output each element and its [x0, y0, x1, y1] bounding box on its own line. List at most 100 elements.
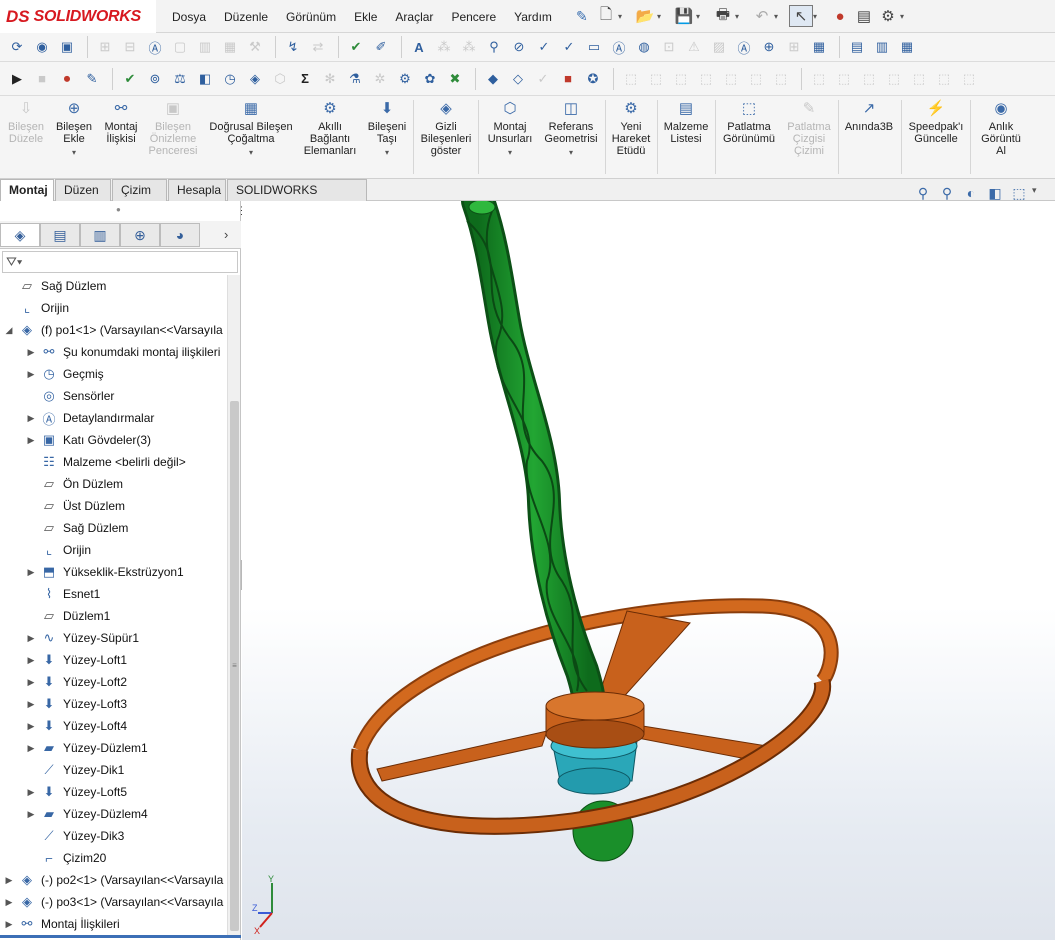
toolbar-icon-u[interactable]: ▦: [896, 36, 918, 58]
expand-arrow-icon[interactable]: ▶: [26, 743, 36, 754]
expand-arrow-icon[interactable]: ▶: [26, 347, 36, 358]
tree-node[interactable]: ⌐ Çizim20: [0, 847, 226, 869]
toolbar-icon-i[interactable]: ▦: [219, 36, 241, 58]
table-icon[interactable]: ▦: [808, 36, 830, 58]
toolbar-icon-x[interactable]: ✻: [319, 68, 341, 90]
weld-symbol-icon[interactable]: ✓: [558, 36, 580, 58]
menu-gorunum[interactable]: Görünüm: [286, 10, 336, 24]
toolbar-icon-v[interactable]: ◈: [244, 68, 266, 90]
sum-icon[interactable]: Σ: [294, 68, 316, 90]
datum-target-icon[interactable]: ◍: [633, 36, 655, 58]
dropdown-arrow-icon[interactable]: ▾: [362, 147, 412, 159]
tree-node[interactable]: ▶ ▰ Yüzey-Düzlem4: [0, 803, 226, 825]
expand-arrow-icon[interactable]: ▶: [4, 919, 14, 930]
panel-grip-icon[interactable]: ●: [116, 205, 121, 214]
options-gear-icon[interactable]: ⚙: [876, 5, 900, 27]
expand-arrow-icon[interactable]: ◢: [4, 325, 14, 336]
menu-araclar[interactable]: Araçlar: [395, 10, 433, 24]
check-icon[interactable]: ✔: [119, 68, 141, 90]
ribbon-button-2[interactable]: ⚯ Montaj İlişkisi: [100, 100, 142, 145]
tree-node[interactable]: ▶ ⬒ Yükseklik-Ekstrüzyon1: [0, 561, 226, 583]
toolbar-icon-al[interactable]: ⬚: [720, 68, 742, 90]
toolbar-icon-k[interactable]: ↯: [282, 36, 304, 58]
expand-arrow-icon[interactable]: ▶: [26, 633, 36, 644]
tree-node[interactable]: ▶ ◷ Geçmiş: [0, 363, 226, 385]
tab-hesapla[interactable]: Hesapla: [168, 179, 226, 201]
previous-view-icon[interactable]: ◐: [960, 185, 982, 202]
toolbar-icon-s[interactable]: ▤: [846, 36, 868, 58]
expand-arrow-icon[interactable]: ▶: [26, 435, 36, 446]
tree-node[interactable]: ▶ ⬇ Yüzey-Loft1: [0, 649, 226, 671]
expand-arrow-icon[interactable]: ▶: [26, 699, 36, 710]
toolbar-icon-ag[interactable]: ✪: [582, 68, 604, 90]
toolbar-icon-e[interactable]: ⊟: [119, 36, 141, 58]
ribbon-button-10[interactable]: ⚙ Yeni Hareket Etüdü: [608, 100, 654, 157]
expand-arrow-icon[interactable]: ▶: [26, 787, 36, 798]
macro-edit-icon[interactable]: ✎: [81, 68, 103, 90]
ribbon-button-5[interactable]: ⚙ Akıllı Bağlantı Elemanları: [302, 100, 358, 157]
toolbar-icon-b[interactable]: ◉: [31, 36, 53, 58]
toolbar-icon-an[interactable]: ⬚: [770, 68, 792, 90]
toolbar-icon-ao[interactable]: ⬚: [808, 68, 830, 90]
zoom-to-fit-icon[interactable]: ⚲: [912, 185, 934, 202]
toolbar-icon-w[interactable]: ⬡: [269, 68, 291, 90]
toolbar-icon-au[interactable]: ⬚: [958, 68, 980, 90]
ribbon-button-11[interactable]: ▤ Malzeme Listesi: [660, 100, 712, 145]
ribbon-button-14[interactable]: ↗ Anında3B: [840, 100, 898, 133]
toolbar-icon-at[interactable]: ⬚: [933, 68, 955, 90]
ribbon-button-13[interactable]: ✎ Patlatma Çizgisi Çizimi: [784, 100, 834, 157]
save-dropdown-icon[interactable]: ▾: [696, 12, 705, 21]
ribbon-button-1[interactable]: ⊕ Bileşen Ekle ▾: [52, 100, 96, 159]
open-dropdown-icon[interactable]: ▾: [657, 12, 666, 21]
expand-arrow-icon[interactable]: ▶: [4, 875, 14, 886]
tree-node[interactable]: ▶ ⬇ Yüzey-Loft5: [0, 781, 226, 803]
expand-arrow-icon[interactable]: ▶: [26, 721, 36, 732]
toolbar-icon-ap[interactable]: ⬚: [833, 68, 855, 90]
toolbar-icon-l[interactable]: ⇄: [307, 36, 329, 58]
ribbon-button-3[interactable]: ▣ Bileşen Önizleme Penceresi: [146, 100, 200, 157]
toolbar-icon-a[interactable]: ⟳: [6, 36, 28, 58]
toolbar-icon-af[interactable]: ■: [557, 68, 579, 90]
toolbar-icon-z[interactable]: ✲: [369, 68, 391, 90]
tree-node[interactable]: ▶ ▰ Yüzey-Düzlem1: [0, 737, 226, 759]
toolbar-icon-ad[interactable]: ◇: [507, 68, 529, 90]
solidworks-logo[interactable]: DS SOLIDWORKS: [0, 0, 156, 33]
tab-montaj[interactable]: Montaj: [0, 179, 54, 201]
ribbon-button-6[interactable]: ⬇ Bileşeni Taşı ▾: [362, 100, 412, 159]
tree-node[interactable]: ▶ ∿ Yüzey-Süpür1: [0, 627, 226, 649]
record-icon[interactable]: ⏺: [56, 68, 78, 90]
measure-icon[interactable]: ⊚: [144, 68, 166, 90]
format-painter-icon[interactable]: ✐: [370, 36, 392, 58]
toolbar-icon-c[interactable]: ▣: [56, 36, 78, 58]
tree-node[interactable]: ◎ Sensörler: [0, 385, 226, 407]
undo-icon[interactable]: ↶: [750, 5, 774, 27]
tree-node[interactable]: ▶ Ⓐ Detaylandırmalar: [0, 407, 226, 429]
toolbar-icon-am[interactable]: ⬚: [745, 68, 767, 90]
dropdown-arrow-icon[interactable]: ▾: [204, 147, 298, 159]
toolbar-icon-ar[interactable]: ⬚: [883, 68, 905, 90]
ribbon-button-15[interactable]: ⚡ Speedpak'ı Güncelle: [904, 100, 968, 145]
toolbar-icon-d[interactable]: ⊞: [94, 36, 116, 58]
undo-dropdown-icon[interactable]: ▾: [774, 12, 783, 21]
tree-node[interactable]: ⌞ Orijin: [0, 539, 226, 561]
zoom-to-area-icon[interactable]: ⚲: [936, 185, 958, 202]
tab-cizim[interactable]: Çizim: [112, 179, 167, 201]
toolbar-icon-q[interactable]: ⚠: [683, 36, 705, 58]
view-orientation-icon[interactable]: ⬚: [1008, 185, 1030, 202]
toolbar-icon-aj[interactable]: ⬚: [670, 68, 692, 90]
expand-arrow-icon[interactable]: ▶: [26, 655, 36, 666]
3d-model[interactable]: [242, 201, 1055, 940]
toolbar-icon-o[interactable]: ⊘: [508, 36, 530, 58]
gtol-icon[interactable]: ▭: [583, 36, 605, 58]
tree-node[interactable]: ▶ ⬇ Yüzey-Loft2: [0, 671, 226, 693]
filter-icon[interactable]: ⛛▾: [6, 254, 22, 270]
ribbon-button-9[interactable]: ◫ Referans Geometrisi ▾: [540, 100, 602, 159]
file-properties-icon[interactable]: ▤: [852, 5, 876, 27]
toolbar-icon-t[interactable]: ▥: [871, 36, 893, 58]
block-icon[interactable]: Ⓐ: [733, 36, 755, 58]
toolbar-icon-f[interactable]: Ⓐ: [144, 36, 166, 58]
surface-finish-icon[interactable]: ✓: [533, 36, 555, 58]
toolbar-icon-m[interactable]: ⁂: [433, 36, 455, 58]
expand-arrow-icon[interactable]: ▶: [4, 897, 14, 908]
dropdown-arrow-icon[interactable]: ▾: [484, 147, 536, 159]
